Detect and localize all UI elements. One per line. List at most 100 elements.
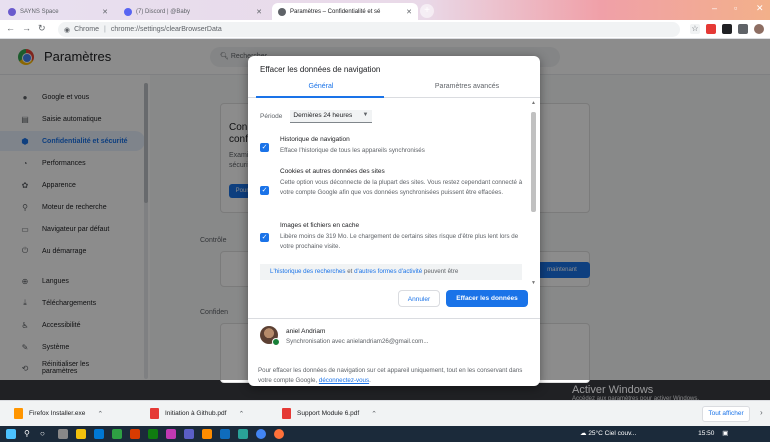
cancel-button[interactable]: Annuler xyxy=(398,290,440,307)
app-icon[interactable] xyxy=(112,429,122,439)
chevron-up-icon[interactable]: ⌃ xyxy=(371,410,377,418)
pdf-file-icon xyxy=(150,408,159,419)
start-icon[interactable] xyxy=(6,429,16,439)
dialog-title: Effacer les données de navigation xyxy=(260,65,381,74)
tab-discord[interactable]: (7) Discord | @Baby ✕ xyxy=(118,3,268,20)
firefox-icon[interactable] xyxy=(274,429,284,439)
chevron-up-icon[interactable]: ⌃ xyxy=(97,410,103,418)
sidepanel-icon[interactable] xyxy=(738,24,748,34)
avatar[interactable] xyxy=(754,24,764,34)
app-icon[interactable] xyxy=(94,429,104,439)
star-icon[interactable]: ☆ xyxy=(690,24,700,34)
file-explorer-icon[interactable] xyxy=(76,429,86,439)
browsing-history-checkbox[interactable]: ✓ xyxy=(260,143,269,152)
close-icon[interactable]: ✕ xyxy=(406,8,412,16)
task-view-icon[interactable]: ○ xyxy=(40,429,50,439)
notice-text: peuvent être xyxy=(422,268,459,275)
widgets-icon[interactable] xyxy=(58,429,68,439)
scroll-up-icon[interactable]: ▲ xyxy=(531,100,536,106)
download-item[interactable]: Firefox Installer.exe ⌃ xyxy=(14,408,103,419)
minimize-icon[interactable]: – xyxy=(712,3,717,13)
clock: 15:50 xyxy=(698,430,715,437)
browser-toolbar: ← → ↻ ◉ Chrome | chrome://settings/clear… xyxy=(0,20,770,39)
time-range-select[interactable]: Dernières 24 heures ▼ xyxy=(290,110,373,123)
maximize-icon[interactable]: ▫ xyxy=(734,3,737,13)
notice-text-and: et xyxy=(345,268,355,275)
reload-icon[interactable]: ↻ xyxy=(38,23,46,34)
chevron-up-icon[interactable]: ⌃ xyxy=(238,410,244,418)
download-filename: Initiation à Github.pdf xyxy=(165,410,227,417)
search-icon[interactable]: ⚲ xyxy=(24,429,34,439)
other-activity-link[interactable]: d'autres formes d'activité xyxy=(354,268,422,275)
tab-label: SAYNS Space xyxy=(20,8,59,15)
new-tab-button[interactable]: + xyxy=(420,4,434,18)
app-icon[interactable] xyxy=(184,429,194,439)
address-site: Chrome xyxy=(74,26,100,33)
excel-icon[interactable] xyxy=(148,429,158,439)
pdf-file-icon xyxy=(282,408,291,419)
sync-badge-icon xyxy=(272,338,280,346)
option-description: Cette option vous déconnecte de la plupa… xyxy=(280,179,523,196)
option-title: Cookies et autres données des sites xyxy=(280,168,385,175)
cache-checkbox[interactable]: ✓ xyxy=(260,233,269,242)
app-icon[interactable] xyxy=(220,429,230,439)
tab-label: Paramètres – Confidentialité et sé xyxy=(290,8,381,15)
download-filename: Firefox Installer.exe xyxy=(29,410,86,417)
address-bar[interactable]: ◉ Chrome | chrome://settings/clearBrowse… xyxy=(58,22,680,37)
downloads-bar: Firefox Installer.exe ⌃ Initiation à Git… xyxy=(0,400,770,426)
dialog-divider xyxy=(248,318,540,319)
site-favicon-icon xyxy=(8,7,16,16)
puzzle-icon[interactable] xyxy=(722,24,732,34)
scroll-down-icon[interactable]: ▼ xyxy=(531,280,536,286)
footnote-end: . xyxy=(369,377,371,384)
tab-settings[interactable]: Paramètres – Confidentialité et sé ✕ xyxy=(272,3,418,20)
forward-icon[interactable]: → xyxy=(22,23,31,33)
tab-advanced[interactable]: Paramètres avancés xyxy=(394,83,540,90)
account-name: aniel Andriam xyxy=(286,328,326,335)
address-separator: | xyxy=(104,26,106,33)
time-range-value: Dernières 24 heures xyxy=(293,112,353,119)
close-window-icon[interactable]: ✕ xyxy=(756,3,764,14)
signout-link[interactable]: déconnectez-vous xyxy=(319,377,369,384)
app-icon[interactable] xyxy=(166,429,176,439)
download-filename: Support Module 6.pdf xyxy=(297,410,360,417)
address-url: chrome://settings/clearBrowserData xyxy=(110,26,222,33)
avatar xyxy=(260,326,280,346)
clear-browsing-data-dialog: Effacer les données de navigation Généra… xyxy=(248,56,540,386)
windows-taskbar: ⚲ ○ ☁ 25°C Ciel couv... 15:50 ▣ xyxy=(0,426,770,442)
weather-icon: ☁ xyxy=(580,430,587,437)
chrome-icon: ◉ xyxy=(64,26,71,34)
download-item[interactable]: Initiation à Github.pdf ⌃ xyxy=(150,408,244,419)
option-title: Historique de navigation xyxy=(280,136,350,143)
discord-icon xyxy=(124,7,132,16)
close-icon[interactable]: ✕ xyxy=(256,8,262,16)
back-icon[interactable]: ← xyxy=(6,23,15,33)
option-title: Images et fichiers en cache xyxy=(280,222,360,229)
tab-sayns-space[interactable]: SAYNS Space ✕ xyxy=(2,3,114,20)
app-icon[interactable] xyxy=(202,429,212,439)
app-icon[interactable] xyxy=(130,429,140,439)
close-downloads-icon[interactable]: › xyxy=(760,408,763,417)
clear-data-button[interactable]: Effacer les données xyxy=(446,290,528,307)
firefox-file-icon xyxy=(14,408,23,419)
extension-icon[interactable] xyxy=(706,24,716,34)
close-icon[interactable]: ✕ xyxy=(102,8,108,16)
gear-icon xyxy=(278,7,286,16)
weather-text: 25°C Ciel couv... xyxy=(588,430,637,437)
option-cached-images: ✓ Images et fichiers en cache Libère moi… xyxy=(258,222,528,258)
chrome-icon[interactable] xyxy=(256,429,266,439)
dialog-scrollbar[interactable]: ▲ ▼ xyxy=(531,100,536,288)
system-tray[interactable]: ☁ 25°C Ciel couv... 15:50 ▣ xyxy=(580,429,728,437)
app-icon[interactable] xyxy=(238,429,248,439)
cookies-checkbox[interactable]: ✓ xyxy=(260,186,269,195)
account-sync-status: Synchronisation avec anielandriam26@gmai… xyxy=(286,338,429,345)
tab-basic[interactable]: Général xyxy=(248,83,394,90)
notification-icon[interactable]: ▣ xyxy=(722,430,728,437)
dialog-tabs: Général Paramètres avancés xyxy=(248,78,540,98)
time-range-label: Période xyxy=(260,113,283,120)
footnote-text: Pour effacer les données de navigation s… xyxy=(258,367,523,384)
option-description: Efface l'historique de tous les appareil… xyxy=(280,147,425,154)
show-all-button[interactable]: Tout afficher xyxy=(702,406,750,422)
download-item[interactable]: Support Module 6.pdf ⌃ xyxy=(282,408,377,419)
search-history-link[interactable]: L'historique des recherches xyxy=(270,268,345,275)
